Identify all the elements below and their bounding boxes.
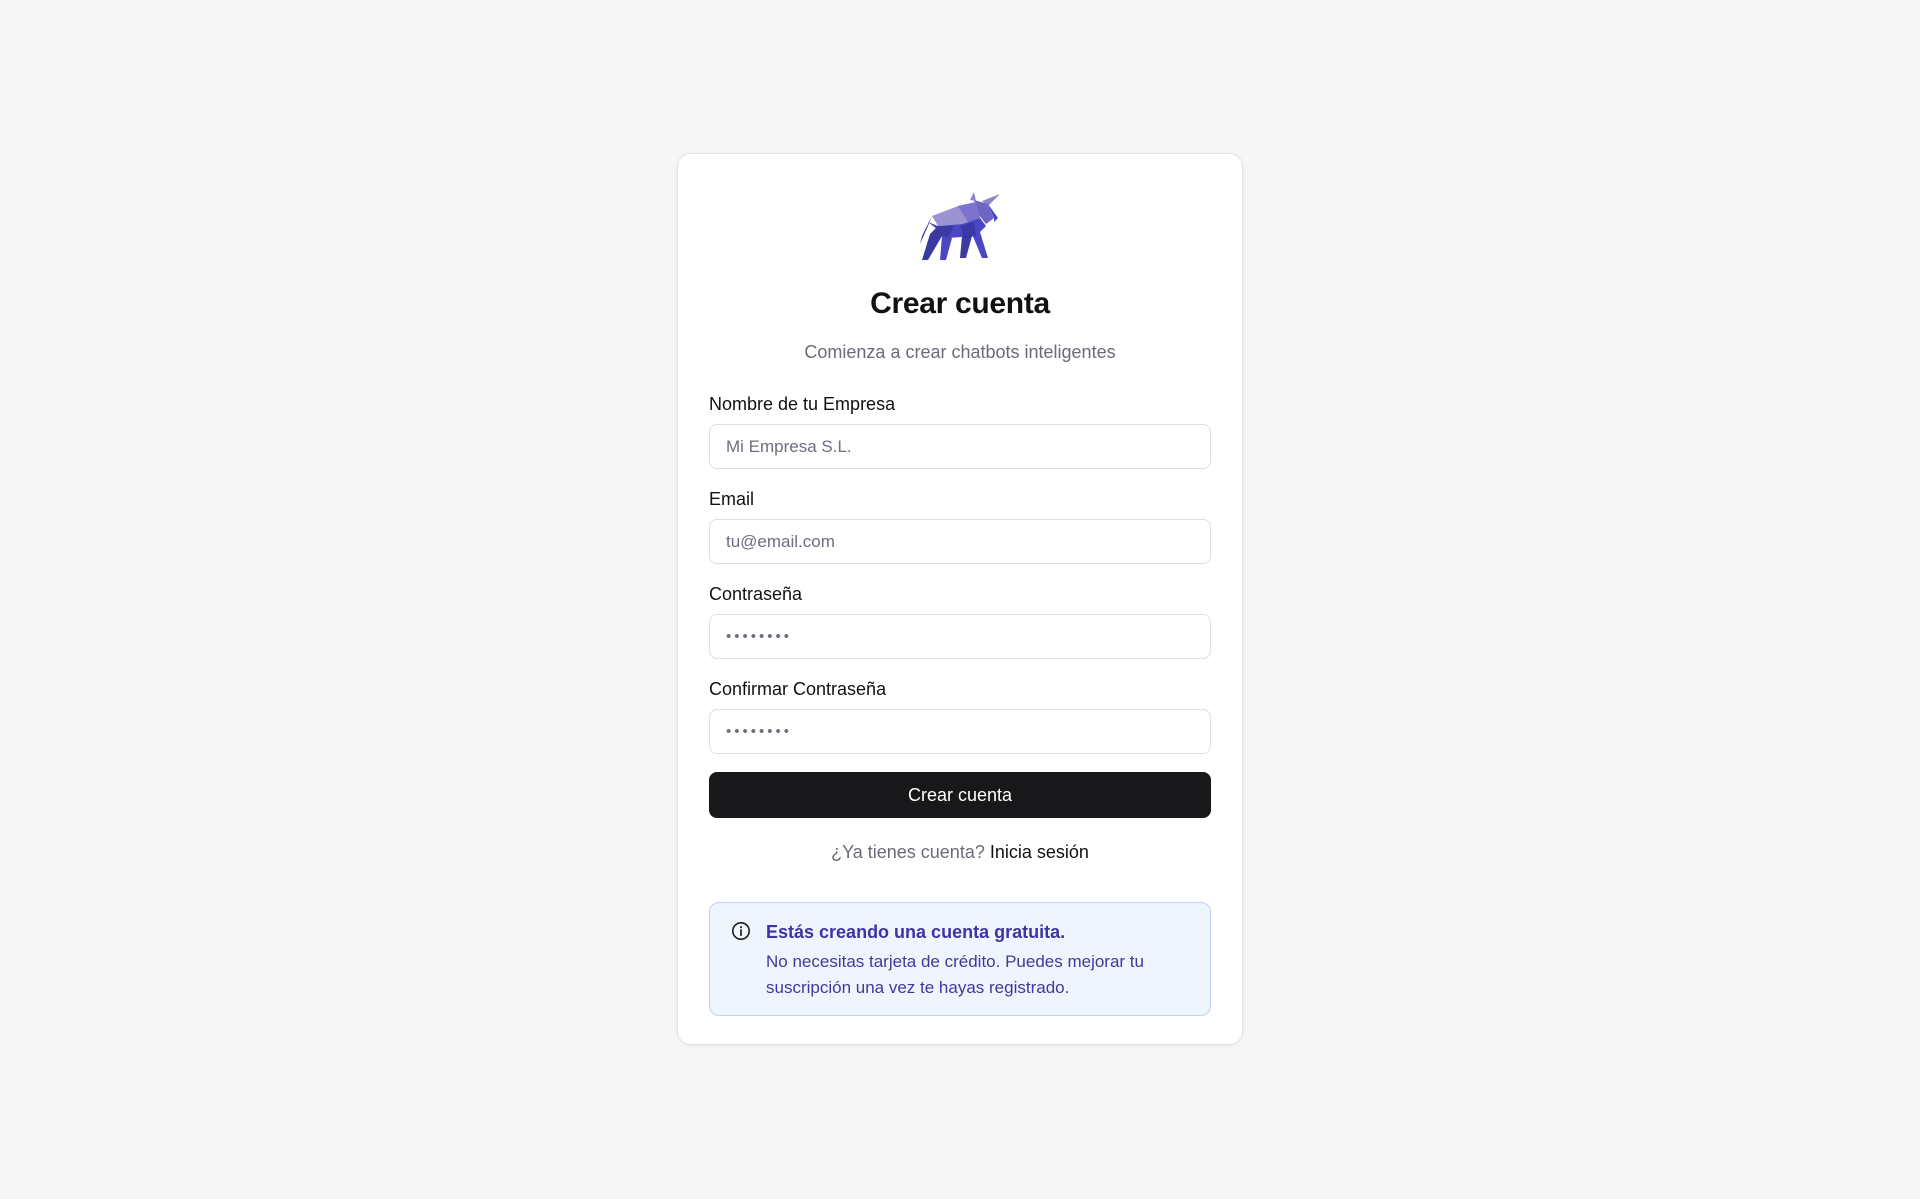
confirm-password-input[interactable] [709,709,1211,754]
notice-text: No necesitas tarjeta de crédito. Puedes … [766,952,1144,997]
password-label: Contraseña [709,584,803,604]
login-link[interactable]: Inicia sesión [990,842,1089,862]
confirm-password-label: Confirmar Contraseña [709,679,887,699]
create-account-button[interactable]: Crear cuenta [709,772,1211,818]
signup-card: Crear cuenta Comienza a crear chatbots i… [677,153,1243,1045]
page-subtitle: Comienza a crear chatbots inteligentes [804,342,1116,362]
login-prompt-text: ¿Ya tienes cuenta? [831,842,985,862]
signup-form: Nombre de tu Empresa Email Contraseña Co… [709,392,1211,818]
free-account-notice: Estás creando una cuenta gratuita. No ne… [709,902,1211,1016]
email-label: Email [709,489,755,509]
company-input[interactable] [709,424,1211,469]
confirm-password-field: Confirmar Contraseña [709,677,1211,754]
company-label: Nombre de tu Empresa [709,394,896,414]
bull-logo-icon [920,192,1000,260]
company-field: Nombre de tu Empresa [709,392,1211,469]
page-title: Crear cuenta [870,287,1050,320]
signup-page: Crear cuenta Comienza a crear chatbots i… [0,0,1920,1199]
info-icon [732,922,750,940]
notice-title: Estás creando una cuenta gratuita. [766,922,1066,942]
login-prompt-row: ¿Ya tienes cuenta? Inicia sesión [709,840,1211,864]
password-field: Contraseña [709,582,1211,659]
email-field: Email [709,487,1211,564]
password-input[interactable] [709,614,1211,659]
email-input[interactable] [709,519,1211,564]
